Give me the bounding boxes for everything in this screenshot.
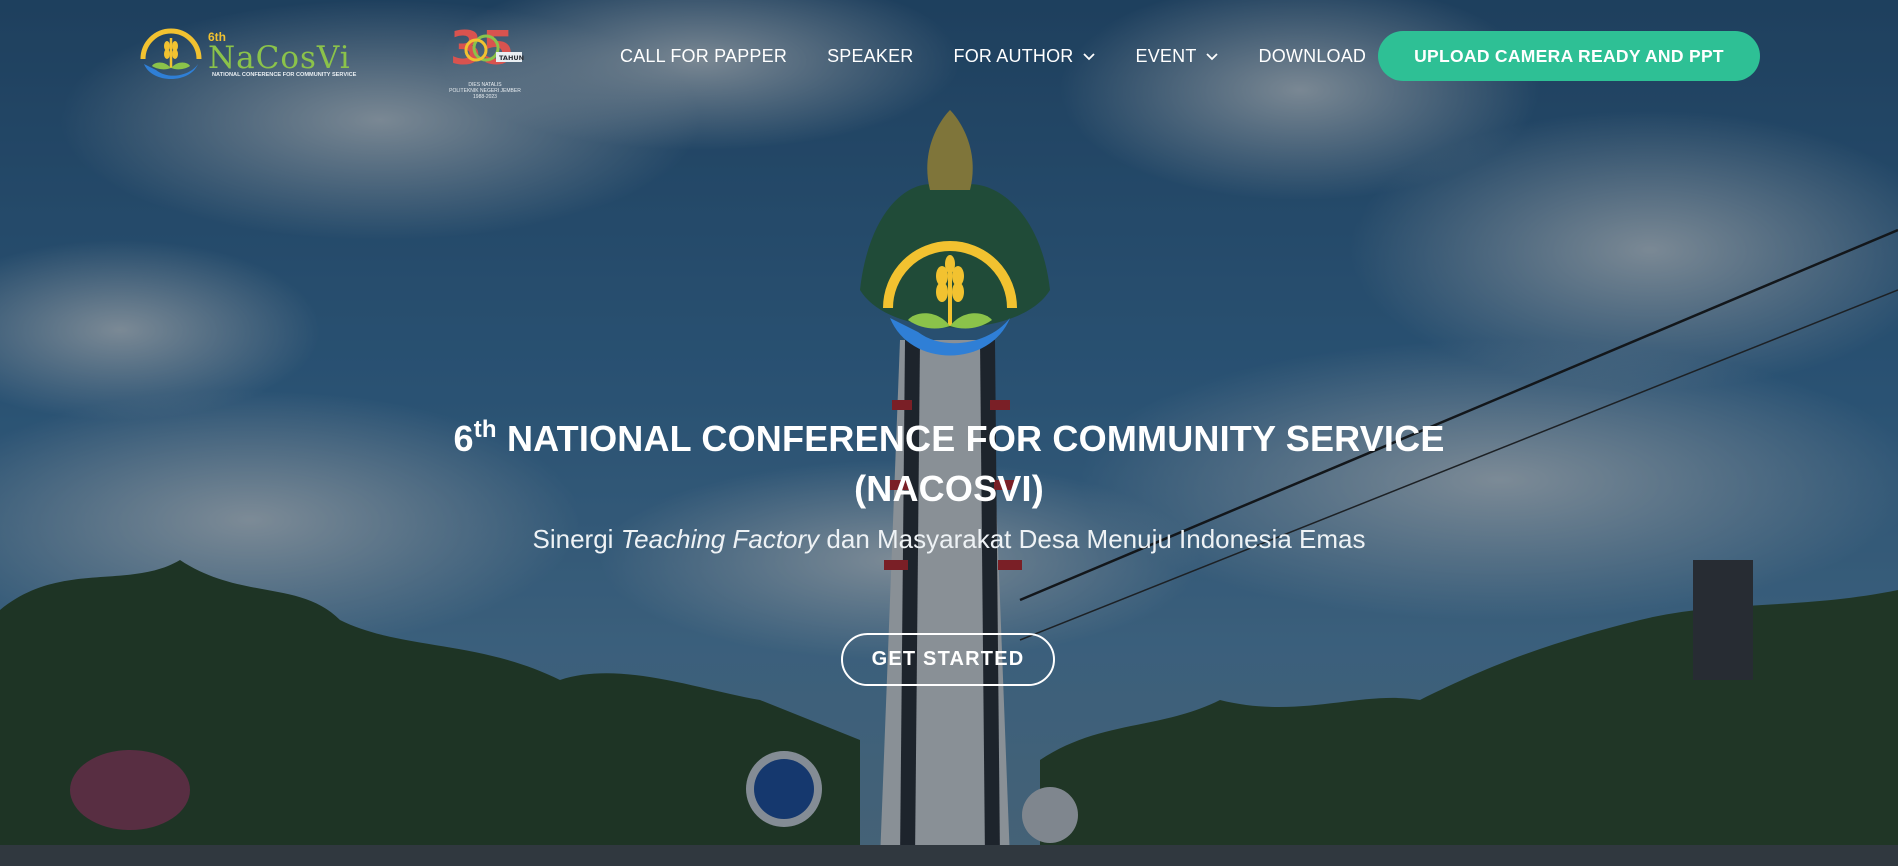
- center-rice-leaf-logo-icon: [883, 241, 1017, 356]
- hero-title: 6th NATIONAL CONFERENCE FOR COMMUNITY SE…: [349, 414, 1549, 514]
- nav-call-for-paper[interactable]: CALL FOR PAPPER: [620, 46, 787, 67]
- hero-title-rest: NATIONAL CONFERENCE FOR COMMUNITY SERVIC…: [506, 418, 1445, 459]
- rice-leaf-logo-icon: [140, 28, 202, 79]
- hero-title-line2: (NACOSVI): [854, 468, 1044, 509]
- tagline-emphasis: Teaching Factory: [620, 524, 820, 554]
- nav-item-label: DOWNLOAD: [1258, 45, 1367, 66]
- nav-item-label: EVENT: [1135, 45, 1197, 66]
- chevron-down-icon: [1082, 53, 1095, 61]
- brand-name: NaCosVi: [208, 40, 351, 76]
- site-header: 6th NaCosVi NATIONAL CONFERENCE FOR COMM…: [0, 0, 1898, 115]
- nav-for-author[interactable]: FOR AUTHOR: [954, 46, 1096, 67]
- get-started-button[interactable]: GET STARTED: [841, 633, 1055, 686]
- hero-title-suffix: th: [473, 416, 497, 443]
- nav-item-label: FOR AUTHOR: [953, 45, 1074, 66]
- brand-logo[interactable]: 6th NaCosVi NATIONAL CONFERENCE FOR COMM…: [138, 20, 368, 92]
- nav-event[interactable]: EVENT: [1136, 46, 1219, 67]
- brand-subtitle: NATIONAL CONFERENCE FOR COMMUNITY SERVIC…: [212, 72, 357, 78]
- nav-item-label: CALL FOR PAPPER: [620, 45, 788, 66]
- tagline-post: dan Masyarakat Desa Menuju Indonesia Ema…: [826, 524, 1366, 554]
- nav-item-label: SPEAKER: [827, 45, 914, 66]
- main-nav: CALL FOR PAPPER SPEAKER FOR AUTHOR EVENT…: [620, 36, 1406, 76]
- anniversary-logo: 35 TAHUN DIES NATALIS POLITEKNIK NEGERI …: [444, 20, 526, 102]
- hero-title-number: 6: [453, 418, 474, 459]
- nav-speaker[interactable]: SPEAKER: [827, 46, 913, 67]
- tagline-pre: Sinergi: [532, 524, 614, 554]
- nav-download[interactable]: DOWNLOAD: [1259, 46, 1367, 67]
- anniversary-35-mark: 35 TAHUN: [450, 21, 524, 72]
- hero-title-line1: 6th NATIONAL CONFERENCE FOR COMMUNITY SE…: [349, 414, 1549, 464]
- anniversary-badge: TAHUN: [499, 54, 524, 62]
- anniversary-caption-line3: 1988-2023: [473, 94, 497, 100]
- upload-camera-ready-button[interactable]: UPLOAD CAMERA READY AND PPT: [1378, 31, 1760, 81]
- anniversary-caption: DIES NATALIS POLITEKNIK NEGERI JEMBER 19…: [444, 82, 526, 100]
- anniversary-number: 35: [450, 21, 514, 72]
- hero-tagline: Sinergi Teaching Factory dan Masyarakat …: [349, 524, 1549, 555]
- chevron-down-icon: [1205, 53, 1218, 61]
